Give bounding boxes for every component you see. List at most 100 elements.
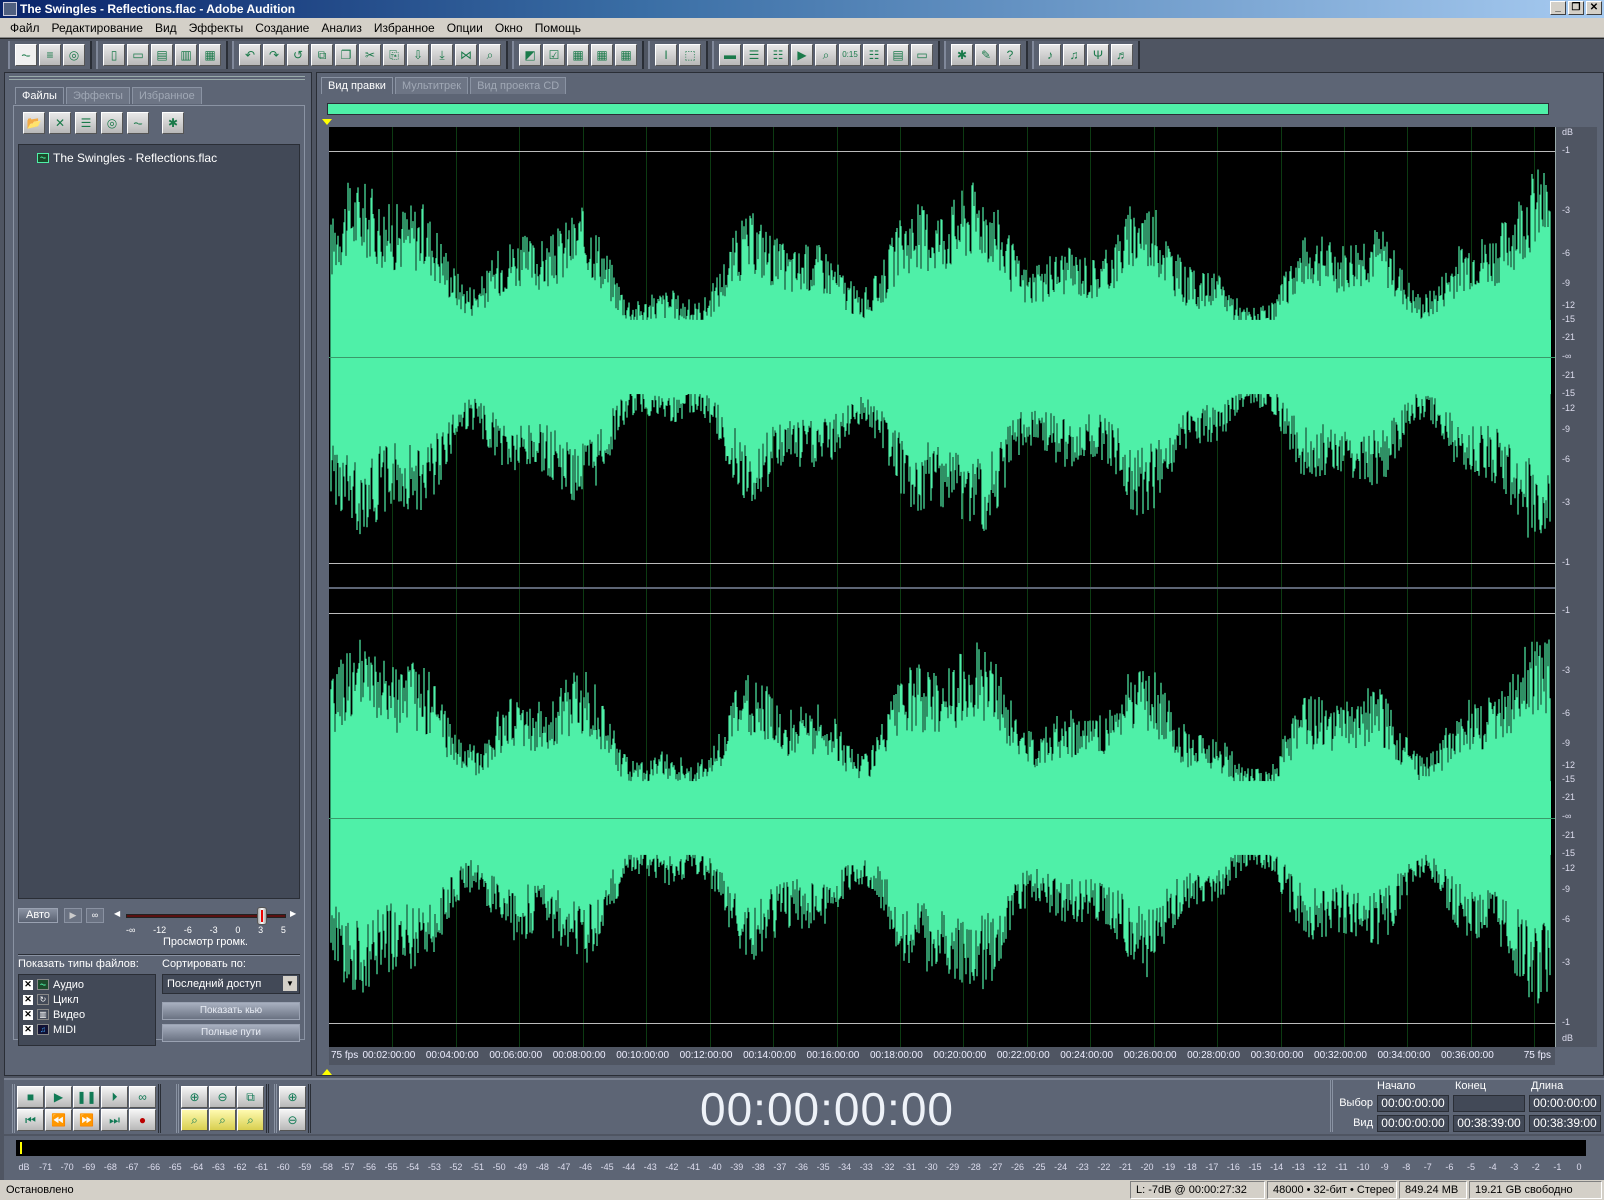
menu-1[interactable]: Редактирование — [46, 21, 149, 35]
file-type-0[interactable]: ✕ ⏦ Аудио — [23, 977, 151, 992]
file-type-checkbox[interactable]: ✕ — [23, 994, 33, 1005]
slider-right-arrow[interactable]: ▶ — [290, 909, 296, 918]
help-button[interactable]: ? — [999, 43, 1021, 66]
preview-loop-button[interactable]: ∞ — [86, 908, 104, 923]
show-cue-button[interactable]: Показать кью — [162, 1002, 300, 1020]
file-tool-button[interactable]: 📂 — [23, 112, 45, 134]
vertical-zoom-out-button[interactable]: ⊖ — [279, 1109, 306, 1131]
playlist-button[interactable]: ☷ — [767, 43, 789, 66]
preview-play-button[interactable]: ▶ — [64, 908, 82, 923]
rewind-button[interactable]: ⏪ — [45, 1109, 72, 1131]
file-type-checkbox[interactable]: ✕ — [23, 1024, 33, 1035]
view-length-field[interactable]: 00:38:39:00 — [1529, 1115, 1601, 1132]
undo-button[interactable]: ↶ — [239, 43, 261, 66]
effects-settings-button[interactable]: ✱ — [951, 43, 973, 66]
play-to-end-button[interactable]: ⏵ — [101, 1086, 128, 1108]
time-ruler[interactable]: 75 fps 75 fps 00:02:00:00 00:04:00:00 00:0… — [329, 1047, 1555, 1065]
zoom-out-button[interactable]: ⊖ — [209, 1086, 236, 1108]
view-start-field[interactable]: 00:00:00:00 — [1377, 1115, 1449, 1132]
selection-window-button[interactable]: ☷ — [863, 43, 885, 66]
file-type-2[interactable]: ✕ ▥ Видео — [23, 1007, 151, 1022]
file-type-checkbox[interactable]: ✕ — [23, 1009, 33, 1020]
paste-button[interactable]: ⎘ — [383, 43, 405, 66]
fast-forward-button[interactable]: ⏩ — [73, 1109, 100, 1131]
zoom-selection-button[interactable]: ⌕ — [181, 1109, 208, 1131]
menu-9[interactable]: Помощь — [529, 21, 587, 35]
selection-length-field[interactable]: 00:00:00:00 — [1529, 1095, 1601, 1112]
slider-left-arrow[interactable]: ◀ — [114, 909, 120, 918]
record-button[interactable]: ● — [129, 1109, 156, 1131]
crop-button[interactable]: ⋈ — [455, 43, 477, 66]
chevron-down-icon[interactable]: ▼ — [283, 976, 297, 991]
file-type-checkbox[interactable]: ✕ — [23, 979, 33, 990]
slider-thumb[interactable] — [257, 907, 268, 925]
zoom-in-button[interactable]: ⊕ — [181, 1086, 208, 1108]
tab-favorites[interactable]: Избранное — [131, 87, 202, 104]
envelope-button[interactable]: ◩ — [519, 43, 541, 66]
blank-window-button[interactable]: ▭ — [911, 43, 933, 66]
spectral-button[interactable]: ▦ — [591, 43, 613, 66]
menu-3[interactable]: Эффекты — [183, 21, 250, 35]
zoom-to-selection-button[interactable]: ⌕ — [479, 43, 501, 66]
full-paths-button[interactable]: Полные пути — [162, 1024, 300, 1042]
tuning-fork-button[interactable]: Ψ — [1087, 43, 1109, 66]
cue-list-button[interactable]: ☰ — [743, 43, 765, 66]
selection-end-field[interactable] — [1453, 1095, 1525, 1112]
pitch-button[interactable]: ♪ — [1039, 43, 1061, 66]
time-window-button[interactable]: 0:15 — [839, 43, 861, 66]
panel-grip[interactable] — [9, 76, 305, 80]
waveform-grid-button[interactable]: ▦ — [567, 43, 589, 66]
vertical-zoom-in-button[interactable]: ⊕ — [279, 1086, 306, 1108]
open-folder-button[interactable]: ▭ — [127, 43, 149, 66]
sort-dropdown[interactable]: Последний доступ ▼ — [162, 974, 300, 994]
file-list-item[interactable]: ⏦ The Swingles - Reflections.flac — [37, 151, 217, 165]
pause-button[interactable]: ❚❚ — [73, 1086, 100, 1108]
menu-5[interactable]: Анализ — [315, 21, 368, 35]
waveform-display[interactable] — [329, 127, 1555, 1047]
window-button[interactable]: ▬ — [719, 43, 741, 66]
file-tool-button[interactable]: ◎ — [101, 112, 123, 134]
copy-to-new-button[interactable]: ⧉ — [311, 43, 333, 66]
menu-2[interactable]: Вид — [149, 21, 183, 35]
file-tool-button[interactable]: ✕ — [49, 112, 71, 134]
waveform-overview-bar[interactable] — [327, 103, 1549, 115]
tempo-button[interactable]: ♬ — [1111, 43, 1133, 66]
go-to-end-button[interactable]: ⏭ — [101, 1109, 128, 1131]
menu-6[interactable]: Избранное — [368, 21, 441, 35]
marquee-select-button[interactable]: ⬚ — [679, 43, 701, 66]
tab-effects[interactable]: Эффекты — [65, 87, 130, 104]
script-button[interactable]: ✎ — [975, 43, 997, 66]
channel-right[interactable] — [329, 587, 1555, 1047]
minimize-button[interactable]: _ — [1550, 1, 1566, 15]
stereo-button[interactable]: ▦ — [615, 43, 637, 66]
menu-0[interactable]: Файл — [4, 21, 46, 35]
copy-button[interactable]: ❐ — [335, 43, 357, 66]
tab-edit-view[interactable]: Вид правки — [321, 77, 393, 94]
edit-view-button[interactable]: ⏦ — [15, 43, 37, 66]
new-file-button[interactable]: ▯ — [103, 43, 125, 66]
auto-play-button[interactable]: Авто — [18, 908, 58, 923]
tab-cd-project[interactable]: Вид проекта CD — [470, 77, 567, 94]
play-button[interactable]: ▶ — [45, 1086, 72, 1108]
selection-start-field[interactable]: 00:00:00:00 — [1377, 1095, 1449, 1112]
file-tool-button[interactable]: ✱ — [162, 112, 184, 134]
tab-files[interactable]: Файлы — [15, 87, 64, 104]
redo-button[interactable]: ↷ — [263, 43, 285, 66]
time-select-button[interactable]: I — [655, 43, 677, 66]
repeat-last-button[interactable]: ↺ — [287, 43, 309, 66]
file-type-1[interactable]: ✕ ↻ Цикл — [23, 992, 151, 1007]
start-marker-icon[interactable] — [322, 119, 332, 125]
file-tool-button[interactable]: ⏦ — [127, 112, 149, 134]
save-all-button[interactable]: ▦ — [199, 43, 221, 66]
file-type-3[interactable]: ✕ ♫ MIDI — [23, 1022, 151, 1037]
menu-4[interactable]: Создание — [249, 21, 315, 35]
menu-8[interactable]: Окно — [489, 21, 529, 35]
stop-button[interactable]: ■ — [17, 1086, 44, 1108]
zoom-left-button[interactable]: ⌕ — [209, 1109, 236, 1131]
cd-view-button[interactable]: ◎ — [63, 43, 85, 66]
save-button[interactable]: ▤ — [151, 43, 173, 66]
checkbox-button[interactable]: ☑ — [543, 43, 565, 66]
zoom-window-button[interactable]: ⌕ — [815, 43, 837, 66]
go-to-start-button[interactable]: ⏮ — [17, 1109, 44, 1131]
cut-button[interactable]: ✂ — [359, 43, 381, 66]
